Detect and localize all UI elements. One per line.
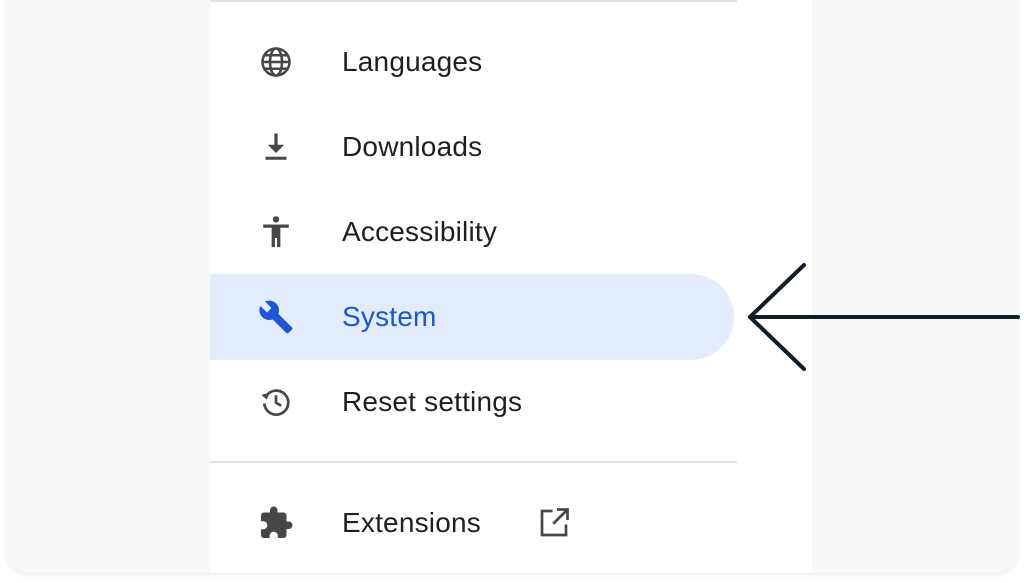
sidebar-item-label: Languages <box>342 46 483 77</box>
top-divider <box>210 0 737 2</box>
globe-icon <box>258 44 294 80</box>
section-divider <box>210 461 737 463</box>
sidebar-item-downloads[interactable]: Downloads <box>210 104 734 190</box>
sidebar-item-extensions[interactable]: Extensions <box>210 480 530 566</box>
sidebar-item-label: Downloads <box>342 131 483 162</box>
accessibility-icon <box>258 214 294 250</box>
sidebar-item-label: Extensions <box>342 507 481 538</box>
sidebar-item-label: Reset settings <box>342 386 523 417</box>
sidebar-item-accessibility[interactable]: Accessibility <box>210 189 734 275</box>
settings-sidebar: Languages Downloads Accessibility System <box>210 0 812 573</box>
history-icon <box>258 384 294 420</box>
sidebar-item-label: Accessibility <box>342 216 498 247</box>
download-icon <box>258 129 294 165</box>
sidebar-item-label: System <box>342 301 437 332</box>
wrench-icon <box>258 299 294 335</box>
sidebar-item-languages[interactable]: Languages <box>210 19 734 105</box>
puzzle-icon <box>258 505 294 541</box>
left-arrow-icon <box>742 258 1022 379</box>
sidebar-item-reset-settings[interactable]: Reset settings <box>210 359 734 445</box>
sidebar-item-system[interactable]: System <box>210 274 734 360</box>
open-in-new-icon[interactable] <box>536 505 572 541</box>
